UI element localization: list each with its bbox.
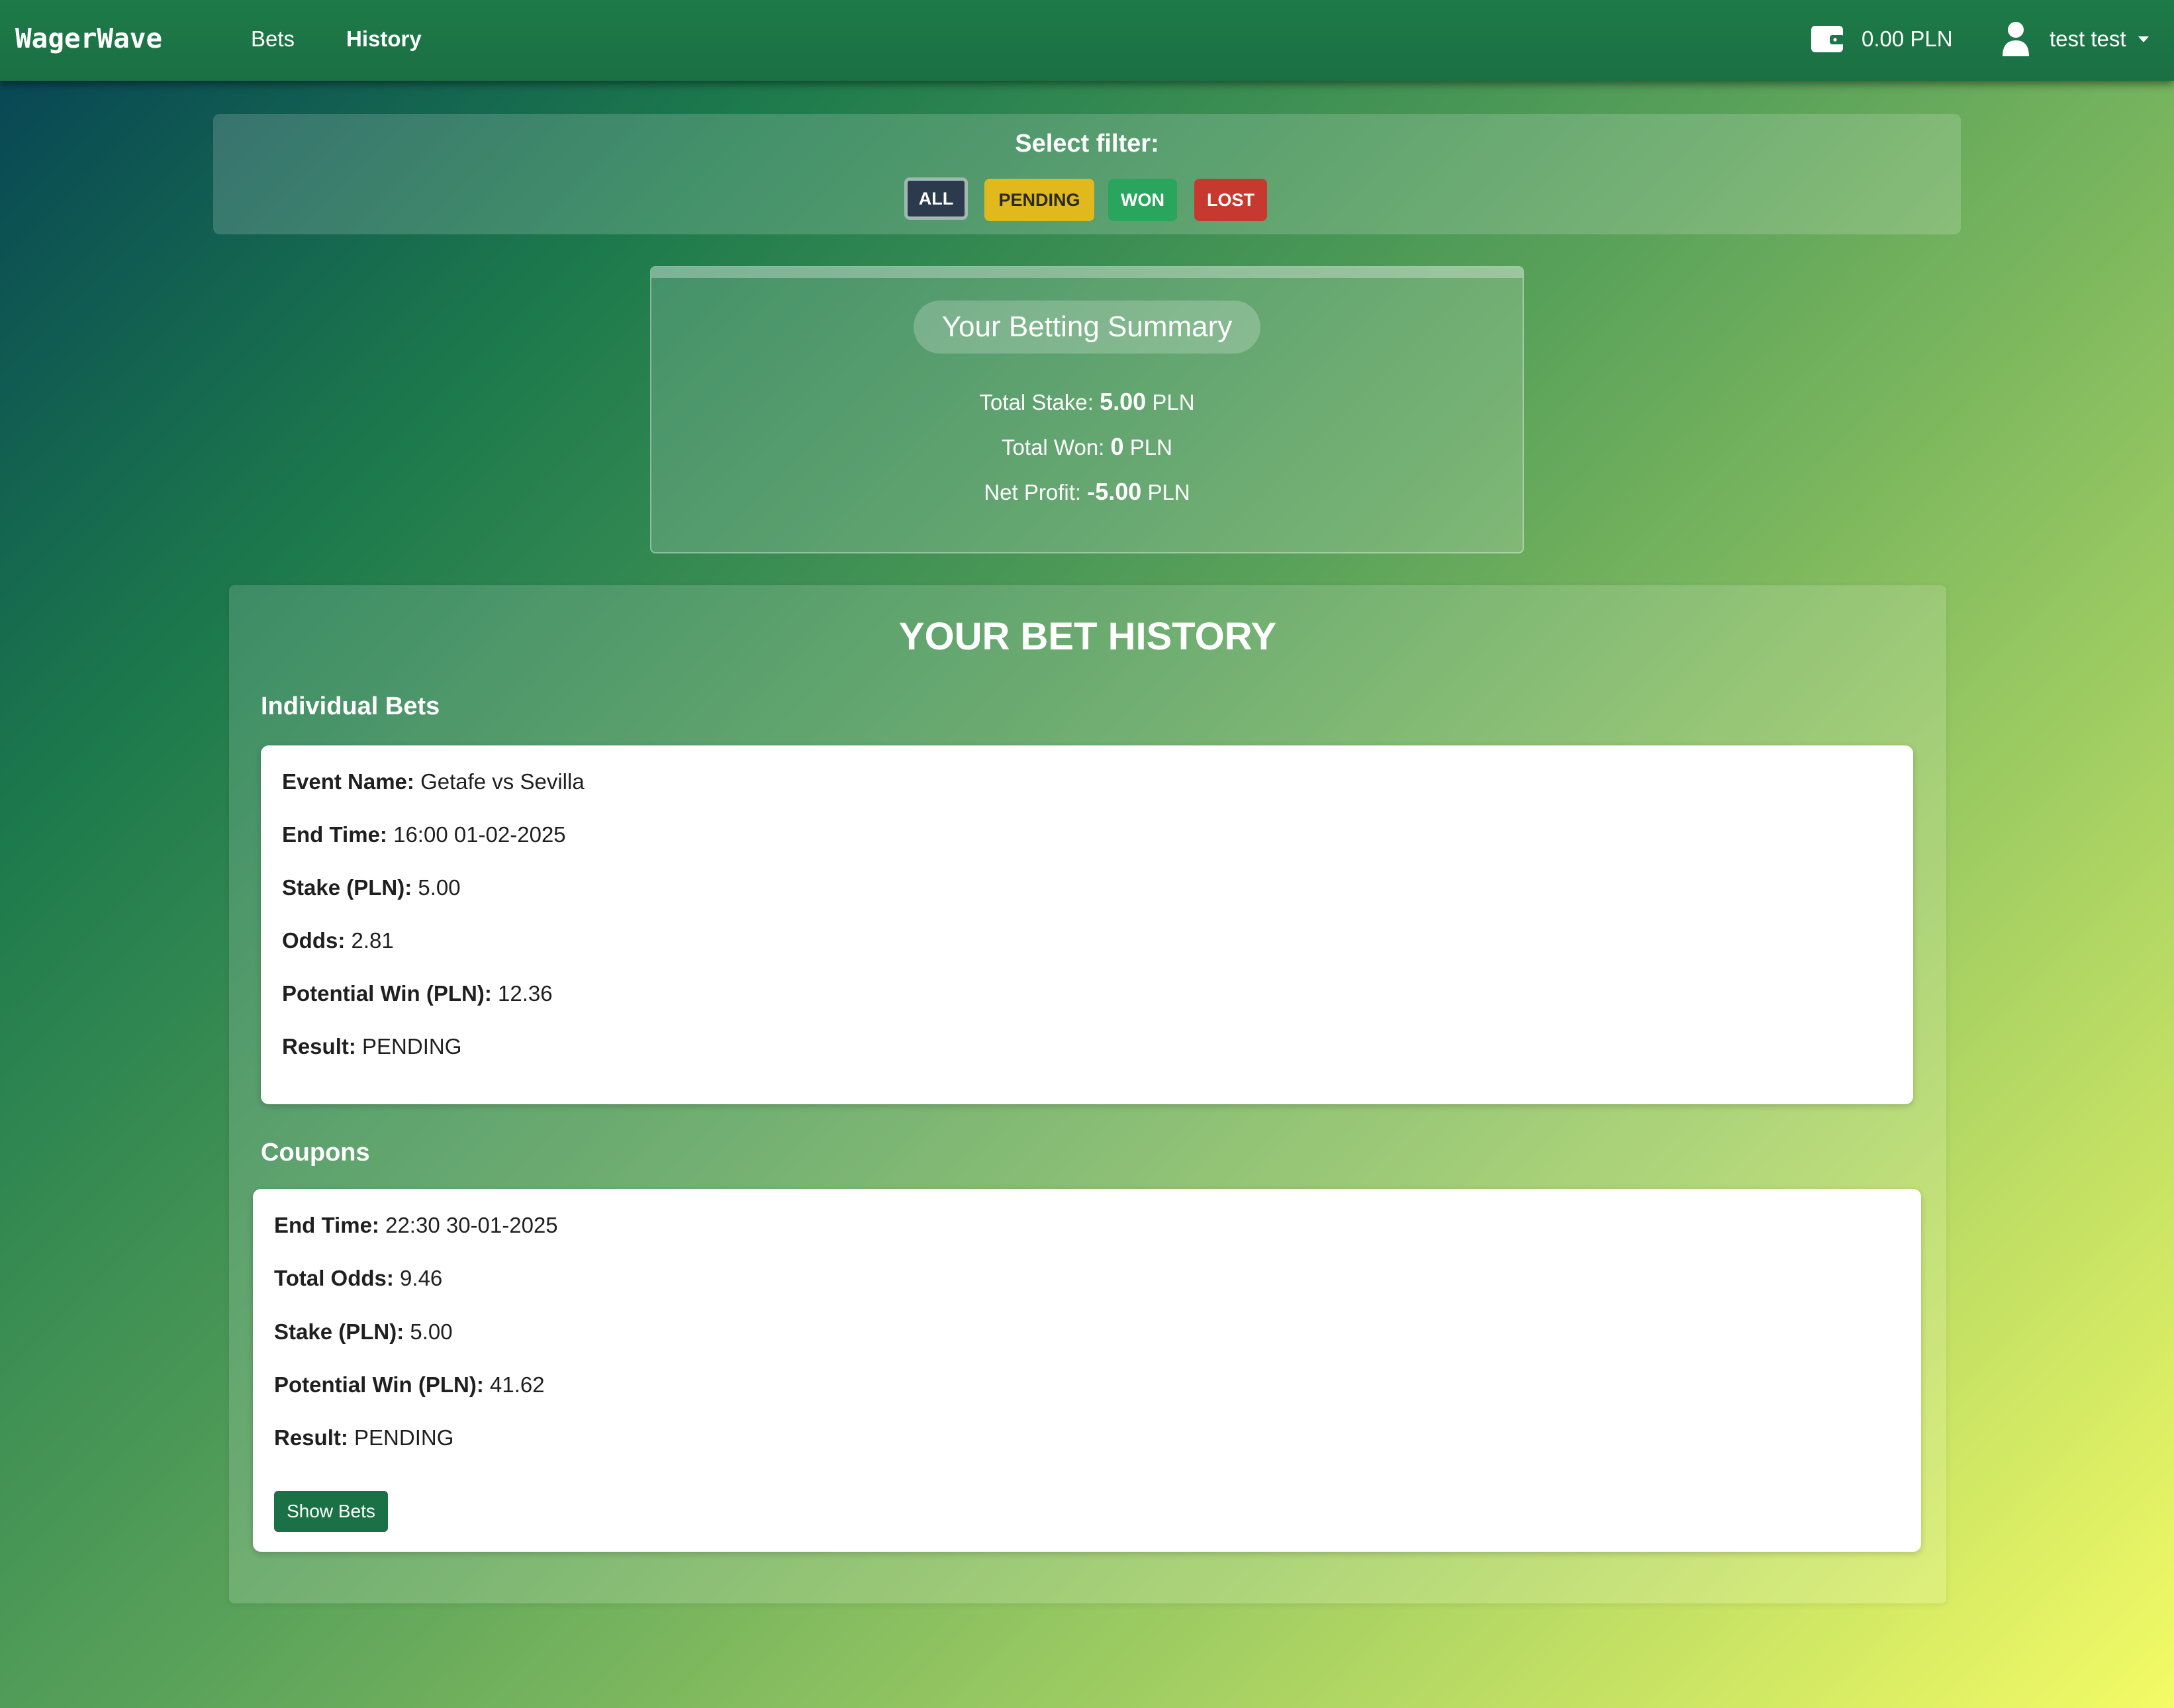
field-label: Result: bbox=[274, 1425, 348, 1450]
coupons-title: Coupons bbox=[261, 1139, 370, 1166]
filter-pending-button[interactable]: PENDING bbox=[984, 179, 1094, 221]
bet-odds-row: Odds: 2.81 bbox=[282, 928, 394, 953]
filter-all-button[interactable]: ALL bbox=[904, 177, 968, 220]
filter-panel: Select filter: ALL PENDING WON LOST bbox=[213, 114, 1961, 234]
field-label: Stake (PLN): bbox=[274, 1319, 404, 1344]
coupon-end-time-row: End Time: 22:30 30-01-2025 bbox=[274, 1213, 558, 1238]
filter-won-button[interactable]: WON bbox=[1108, 179, 1177, 221]
individual-bets-title: Individual Bets bbox=[261, 692, 440, 720]
navbar: WagerWave Bets History 0.00 PLN test tes… bbox=[0, 0, 2174, 81]
nav-link-history[interactable]: History bbox=[346, 26, 422, 52]
field-value: PENDING bbox=[354, 1425, 454, 1450]
total-stake-currency: PLN bbox=[1152, 390, 1195, 414]
bet-result-row: Result: PENDING bbox=[282, 1034, 461, 1059]
field-value: 22:30 30-01-2025 bbox=[385, 1213, 558, 1237]
coupon-result-row: Result: PENDING bbox=[274, 1425, 453, 1450]
history-title: YOUR BET HISTORY bbox=[898, 615, 1277, 658]
total-won-currency: PLN bbox=[1129, 435, 1172, 459]
total-stake-value: 5.00 bbox=[1100, 388, 1147, 415]
total-stake-line: Total Stake: 5.00 PLN bbox=[651, 388, 1523, 416]
field-value: 2.81 bbox=[351, 928, 394, 953]
bet-end-time-row: End Time: 16:00 01-02-2025 bbox=[282, 822, 566, 847]
field-value: 5.00 bbox=[418, 875, 461, 900]
bet-event-name-row: Event Name: Getafe vs Sevilla bbox=[282, 769, 585, 794]
nav-link-bets[interactable]: Bets bbox=[251, 26, 295, 52]
betting-summary-card: Your Betting Summary Total Stake: 5.00 P… bbox=[650, 266, 1524, 553]
chevron-down-icon bbox=[2138, 36, 2149, 42]
total-stake-label: Total Stake: bbox=[979, 390, 1094, 414]
balance-text: 0.00 PLN bbox=[1862, 26, 1953, 51]
field-label: Potential Win (PLN): bbox=[274, 1372, 484, 1397]
coupon-card: End Time: 22:30 30-01-2025 Total Odds: 9… bbox=[253, 1189, 1921, 1552]
net-profit-value: -5.00 bbox=[1087, 478, 1142, 505]
net-profit-currency: PLN bbox=[1147, 480, 1190, 504]
user-menu-dropdown[interactable]: test test bbox=[2002, 20, 2149, 58]
field-label: Odds: bbox=[282, 928, 346, 953]
wallet-balance: 0.00 PLN bbox=[1810, 23, 1953, 56]
field-value: 41.62 bbox=[490, 1372, 545, 1397]
field-value: PENDING bbox=[362, 1034, 462, 1059]
total-won-line: Total Won: 0 PLN bbox=[651, 433, 1523, 461]
show-bets-button[interactable]: Show Bets bbox=[274, 1491, 388, 1532]
coupon-total-odds-row: Total Odds: 9.46 bbox=[274, 1266, 442, 1291]
field-label: Result: bbox=[282, 1034, 356, 1059]
field-value: 9.46 bbox=[400, 1266, 443, 1290]
filter-lost-button[interactable]: LOST bbox=[1194, 179, 1267, 221]
user-icon bbox=[2002, 21, 2030, 57]
field-label: Event Name: bbox=[282, 769, 414, 794]
field-label: End Time: bbox=[274, 1213, 379, 1237]
bet-potential-win-row: Potential Win (PLN): 12.36 bbox=[282, 981, 553, 1006]
field-value: 16:00 01-02-2025 bbox=[393, 822, 566, 847]
field-label: Potential Win (PLN): bbox=[282, 981, 492, 1006]
filter-title: Select filter: bbox=[1015, 130, 1159, 158]
individual-bet-card: Event Name: Getafe vs Sevilla End Time: … bbox=[261, 745, 1913, 1104]
summary-top-bar bbox=[651, 267, 1523, 278]
bet-history-panel: YOUR BET HISTORY Individual Bets Event N… bbox=[229, 585, 1946, 1603]
user-name: test test bbox=[2050, 26, 2126, 51]
summary-title: Your Betting Summary bbox=[914, 301, 1260, 354]
total-won-value: 0 bbox=[1110, 433, 1124, 460]
bet-stake-row: Stake (PLN): 5.00 bbox=[282, 875, 461, 900]
field-value: Getafe vs Sevilla bbox=[420, 769, 585, 794]
field-label: End Time: bbox=[282, 822, 387, 847]
field-value: 5.00 bbox=[410, 1319, 453, 1344]
coupon-stake-row: Stake (PLN): 5.00 bbox=[274, 1319, 453, 1345]
field-value: 12.36 bbox=[498, 981, 553, 1006]
coupon-potential-win-row: Potential Win (PLN): 41.62 bbox=[274, 1372, 545, 1398]
total-won-label: Total Won: bbox=[1002, 435, 1105, 459]
brand-logo[interactable]: WagerWave bbox=[15, 23, 162, 54]
wallet-icon bbox=[1810, 24, 1844, 54]
net-profit-label: Net Profit: bbox=[984, 480, 1082, 504]
field-label: Stake (PLN): bbox=[282, 875, 412, 900]
net-profit-line: Net Profit: -5.00 PLN bbox=[651, 478, 1523, 506]
field-label: Total Odds: bbox=[274, 1266, 394, 1290]
